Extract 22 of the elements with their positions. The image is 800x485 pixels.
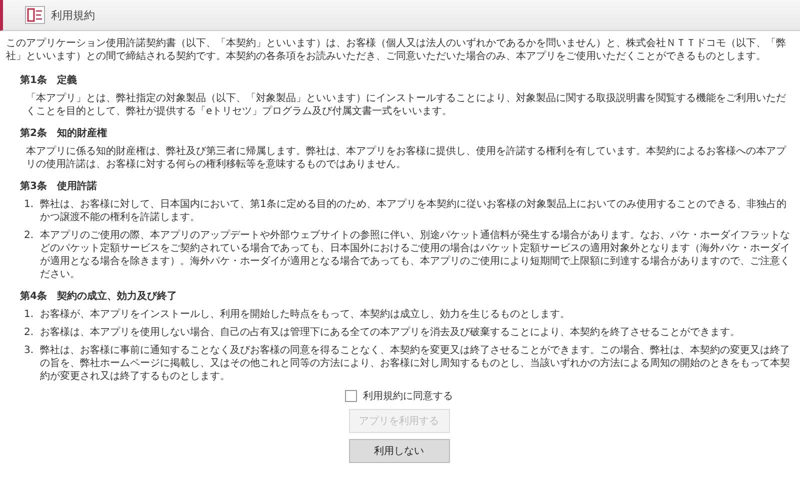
item-paragraph: 弊社は、お客様に事前に通知することなく及びお客様の同意を得ることなく、本契約を変更又は終了させることができます。この場合、弊社は、本契約の変更又は終了の旨を、弊社ホームページに掲載し、又はその他これと同等の方法により、お客様に対し周知するものとし、当該いずれかの方法による周知の開始のときをもって本契約が変更され又は終了するものとします。 (40, 344, 791, 383)
item-number: 2. (24, 229, 35, 243)
item-paragraph: お客様は、本アプリを使用しない場合、自己の占有又は管理下にある全ての本アプリを消去及び破棄することにより、本契約を終了させることができます。 (40, 326, 741, 339)
item-paragraph: 弊社は、お客様に対して、日本国内において、第1条に定める目的のため、本アプリを本契約に従いお客様の対象製品上においてのみ使用することのできる、非独占的かつ譲渡不能の権利を許諾します。 (40, 198, 788, 224)
app-icon (25, 6, 45, 24)
item-number: 2. (24, 326, 35, 339)
article-heading: 第2条 知的財産権 (20, 126, 108, 140)
article-heading: 第3条 使用許諾 (20, 180, 98, 193)
item-paragraph: 本アプリのご使用の際、本アプリのアップデートや外部ウェブサイトの参照に伴い、別途パケット通信料が発生する場合があります。なお、パケ・ホーダイフラットなどのパケット定額サービスをご契約されている場合であっても、日本国外におけるご使用の場合はパケット定額サービスの適用対象外となります（海外パケ・ホーダイが適用となる場合を除きます）。海外パケ・ホーダイが適用となる場合であっても、本アプリのご使用により短期間で上限額に到達する場合がありますので、ご注意ください。 (40, 229, 791, 281)
item-paragraph: お客様が、本アプリをインストールし、利用を開始した時点をもって、本契約は成立し、効力を生じるものとします。 (40, 308, 571, 321)
article-heading: 第4条 契約の成立、効力及び終了 (20, 289, 178, 303)
article-heading: 第1条 定義 (20, 73, 78, 87)
item-number: 1. (24, 308, 35, 321)
agree-checkbox[interactable] (345, 390, 357, 402)
article-paragraph: 本アプリに係る知的財産権は、弊社及び第三者に帰属します。弊社は、本アプリをお客様に提供し、使用を許諾する権利を有しています。本契約によるお客様への本アプリの使用許諾は、お客様に対する何らの権利移転等を意味するものではありません。 (26, 145, 788, 171)
agree-label[interactable]: 利用規約に同意する (363, 389, 453, 403)
decline-button[interactable]: 利用しない (348, 439, 450, 463)
header-title: 利用規約 (51, 8, 95, 22)
intro-paragraph: このアプリケーション使用許諾契約書（以下、「本契約」といいます）は、お客様（個人又は法人のいずれかであるかを問いません）と、株式会社ＮＴＴドコモ（以下、「弊社」といいます）との間で締結される契約です。本契約の各条項をお読みいただき、ご同意いただいた場合のみ、本アプリをご使用いただくことができるものとします。 (6, 37, 787, 63)
article-paragraph: 「本アプリ」とは、弊社指定の対象製品（以下、「対象製品」といいます）にインストールすることにより、対象製品に関する取扱説明書を閲覧する機能をご利用いただくことを目的として、弊社が提供する「eトリセツ」プログラム及び付属文書一式をいいます。 (26, 92, 787, 118)
item-number: 3. (24, 344, 35, 358)
item-number: 1. (24, 198, 35, 212)
